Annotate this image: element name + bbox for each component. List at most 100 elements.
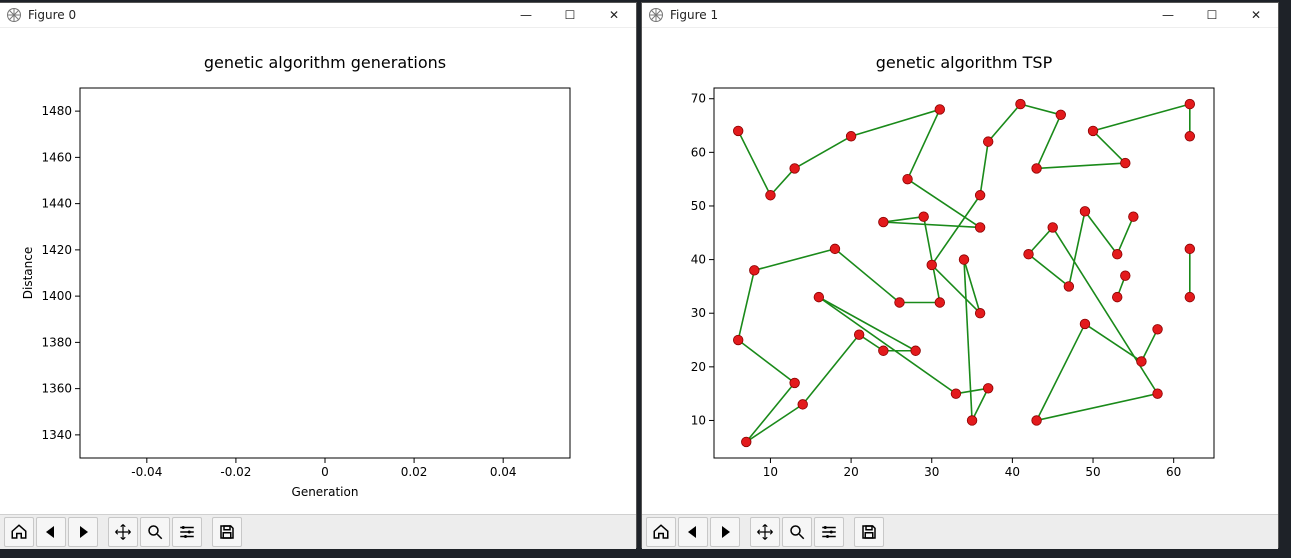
y-tick: 20 [691, 360, 706, 374]
y-tick: 60 [691, 145, 706, 159]
y-tick: 1340 [41, 428, 72, 442]
city-node [1185, 292, 1195, 302]
city-node [1185, 99, 1195, 109]
matplotlib-icon [6, 7, 22, 23]
window-title: Figure 0 [28, 8, 76, 22]
zoom-icon[interactable] [140, 517, 170, 547]
city-node [1080, 319, 1090, 329]
city-node [1024, 249, 1034, 259]
city-node [975, 190, 985, 200]
city-node [919, 212, 929, 222]
maximize-button[interactable]: ☐ [548, 3, 592, 27]
city-node [798, 400, 808, 410]
save-icon[interactable] [212, 517, 242, 547]
close-button[interactable]: ✕ [592, 3, 636, 27]
x-tick: 0 [321, 465, 329, 479]
y-tick: 1400 [41, 289, 72, 303]
city-node [1129, 212, 1139, 222]
y-tick: 1380 [41, 335, 72, 349]
city-node [935, 298, 945, 308]
x-tick: 20 [843, 465, 858, 479]
forward-icon[interactable] [68, 517, 98, 547]
city-node [911, 346, 921, 356]
save-icon[interactable] [854, 517, 884, 547]
city-node [1064, 282, 1074, 292]
city-node [959, 255, 969, 265]
matplotlib-icon [648, 7, 664, 23]
city-node [1080, 207, 1090, 217]
back-icon[interactable] [36, 517, 66, 547]
x-tick: 0.02 [401, 465, 428, 479]
y-tick: 10 [691, 413, 706, 427]
plot-area: genetic algorithm TSP 10 20 30 40 50 60 10 20 30 4… [642, 28, 1278, 514]
x-tick: 60 [1166, 465, 1181, 479]
x-tick: -0.04 [131, 465, 162, 479]
y-tick: 1460 [41, 150, 72, 164]
y-tick: 1360 [41, 382, 72, 396]
titlebar[interactable]: Figure 0 — ☐ ✕ [0, 3, 636, 28]
city-node [927, 260, 937, 270]
city-node [830, 244, 840, 254]
city-node [879, 346, 889, 356]
axes-frame [80, 88, 570, 458]
back-icon[interactable] [678, 517, 708, 547]
x-tick: 50 [1085, 465, 1100, 479]
city-node [1120, 158, 1130, 168]
maximize-button[interactable]: ☐ [1190, 3, 1234, 27]
pan-icon[interactable] [750, 517, 780, 547]
home-icon[interactable] [646, 517, 676, 547]
city-node [951, 389, 961, 399]
city-node [733, 126, 743, 136]
city-node [854, 330, 864, 340]
city-node [983, 137, 993, 147]
close-button[interactable]: ✕ [1234, 3, 1278, 27]
city-node [895, 298, 905, 308]
x-tick: 40 [1005, 465, 1020, 479]
city-node [1112, 249, 1122, 259]
mpl-toolbar [0, 514, 636, 549]
y-tick: 30 [691, 306, 706, 320]
y-tick: 50 [691, 199, 706, 213]
city-node [814, 292, 824, 302]
x-tick: 0.04 [490, 465, 517, 479]
x-tick: 30 [924, 465, 939, 479]
city-node [1153, 389, 1163, 399]
city-node [983, 383, 993, 393]
city-node [766, 190, 776, 200]
zoom-icon[interactable] [782, 517, 812, 547]
city-node [903, 174, 913, 184]
x-tick: -0.02 [220, 465, 251, 479]
pan-icon[interactable] [108, 517, 138, 547]
forward-icon[interactable] [710, 517, 740, 547]
city-node [1185, 244, 1195, 254]
y-tick: 1440 [41, 197, 72, 211]
city-node [790, 164, 800, 174]
chart-title: genetic algorithm generations [204, 53, 446, 72]
y-axis-label: Distance [21, 247, 35, 299]
mpl-toolbar [642, 514, 1278, 549]
y-tick: 1480 [41, 104, 72, 118]
city-node [1056, 110, 1066, 120]
city-node [967, 416, 977, 426]
x-axis-label: Generation [292, 485, 359, 499]
city-node [1112, 292, 1122, 302]
plot-area: genetic algorithm generations -0.04 -0.02 0… [0, 28, 636, 514]
city-node [975, 308, 985, 318]
city-node [1137, 357, 1147, 367]
home-icon[interactable] [4, 517, 34, 547]
titlebar[interactable]: Figure 1 — ☐ ✕ [642, 3, 1278, 28]
city-node [935, 105, 945, 115]
chart-title: genetic algorithm TSP [876, 53, 1053, 72]
configure-icon[interactable] [814, 517, 844, 547]
city-node [741, 437, 751, 447]
city-node [750, 266, 760, 276]
minimize-button[interactable]: — [1146, 3, 1190, 27]
y-tick: 40 [691, 253, 706, 267]
city-node [1153, 325, 1163, 335]
city-node [790, 378, 800, 388]
configure-icon[interactable] [172, 517, 202, 547]
minimize-button[interactable]: — [504, 3, 548, 27]
x-tick: 10 [763, 465, 778, 479]
window-title: Figure 1 [670, 8, 718, 22]
y-tick: 70 [691, 92, 706, 106]
